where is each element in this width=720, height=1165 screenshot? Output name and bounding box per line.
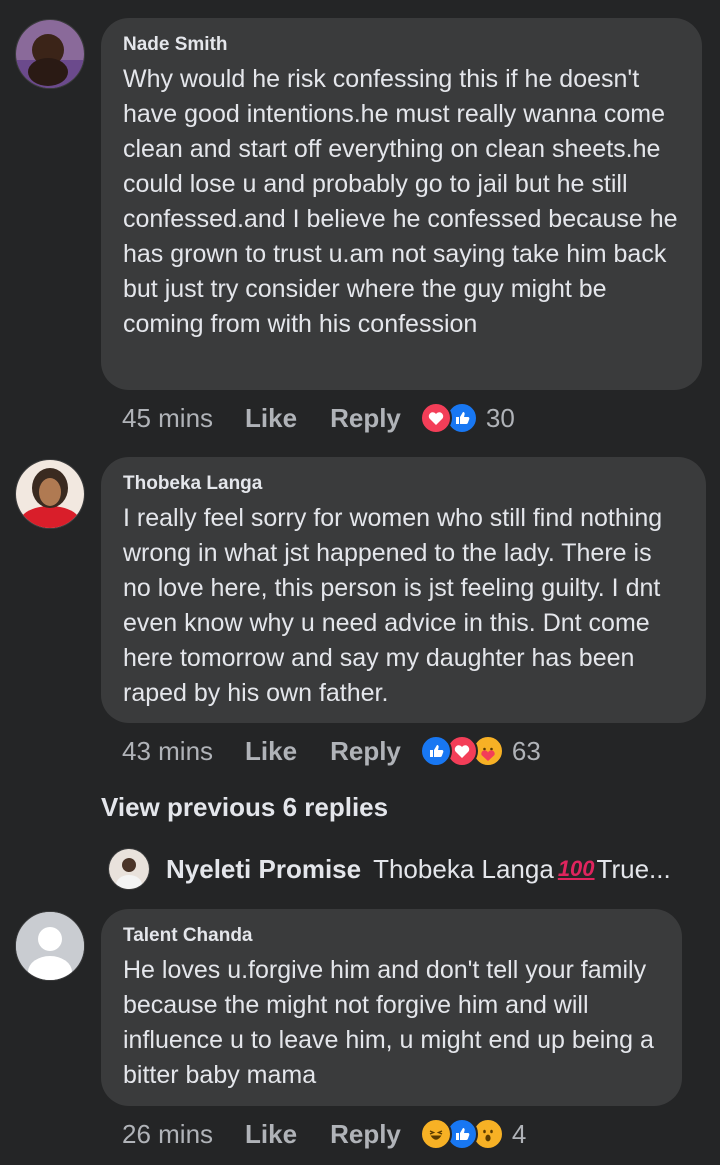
reply-preview[interactable]: Nyeleti Promise Thobeka Langa 100 True..…	[108, 847, 671, 891]
reply-button[interactable]: Reply	[330, 1119, 401, 1150]
view-previous-replies-link[interactable]: View previous 6 replies	[101, 792, 388, 823]
comment-actions: 45 mins Like Reply 30	[122, 398, 515, 438]
reaction-count: 4	[511, 1118, 527, 1149]
comment-time[interactable]: 43 mins	[122, 736, 213, 767]
comment-author[interactable]: Talent Chanda	[123, 925, 660, 947]
avatar[interactable]	[15, 459, 85, 529]
reply-mention[interactable]: Thobeka Langa	[373, 854, 554, 885]
comment-bubble: Nade Smith Why would he risk confessing …	[101, 18, 702, 390]
like-button[interactable]: Like	[245, 1119, 297, 1150]
reaction-count: 63	[511, 735, 541, 766]
avatar[interactable]	[15, 911, 85, 981]
like-icon	[419, 735, 452, 767]
like-button[interactable]: Like	[245, 403, 297, 434]
reply-button[interactable]: Reply	[330, 403, 401, 434]
comment-bubble: Thobeka Langa I really feel sorry for wo…	[101, 457, 706, 723]
comment-time[interactable]: 45 mins	[122, 403, 213, 434]
avatar[interactable]	[108, 848, 150, 890]
reactions[interactable]: 30	[419, 402, 515, 434]
reply-text: True...	[596, 853, 671, 884]
reaction-count: 30	[485, 402, 515, 433]
reactions[interactable]: 4	[419, 1118, 527, 1150]
reactions[interactable]: 63	[419, 735, 541, 767]
comment-actions: 43 mins Like Reply 63	[122, 731, 541, 771]
love-icon	[419, 402, 452, 434]
hundred-points-icon: 100	[557, 856, 595, 881]
comment-bubble: Talent Chanda He loves u.forgive him and…	[101, 909, 682, 1106]
comment-actions: 26 mins Like Reply 4	[122, 1114, 526, 1154]
comment-author[interactable]: Thobeka Langa	[123, 473, 684, 495]
comment-text: I really feel sorry for women who still …	[123, 504, 663, 707]
reply-button[interactable]: Reply	[330, 736, 401, 767]
like-button[interactable]: Like	[245, 736, 297, 767]
avatar[interactable]	[15, 19, 85, 89]
comment-text: He loves u.forgive him and don't tell yo…	[123, 956, 654, 1089]
comment-author[interactable]: Nade Smith	[123, 34, 680, 56]
reply-author[interactable]: Nyeleti Promise	[166, 854, 361, 885]
comment-text: Why would he risk confessing this if he …	[123, 65, 678, 338]
comment-time[interactable]: 26 mins	[122, 1119, 213, 1150]
haha-icon	[419, 1118, 452, 1150]
